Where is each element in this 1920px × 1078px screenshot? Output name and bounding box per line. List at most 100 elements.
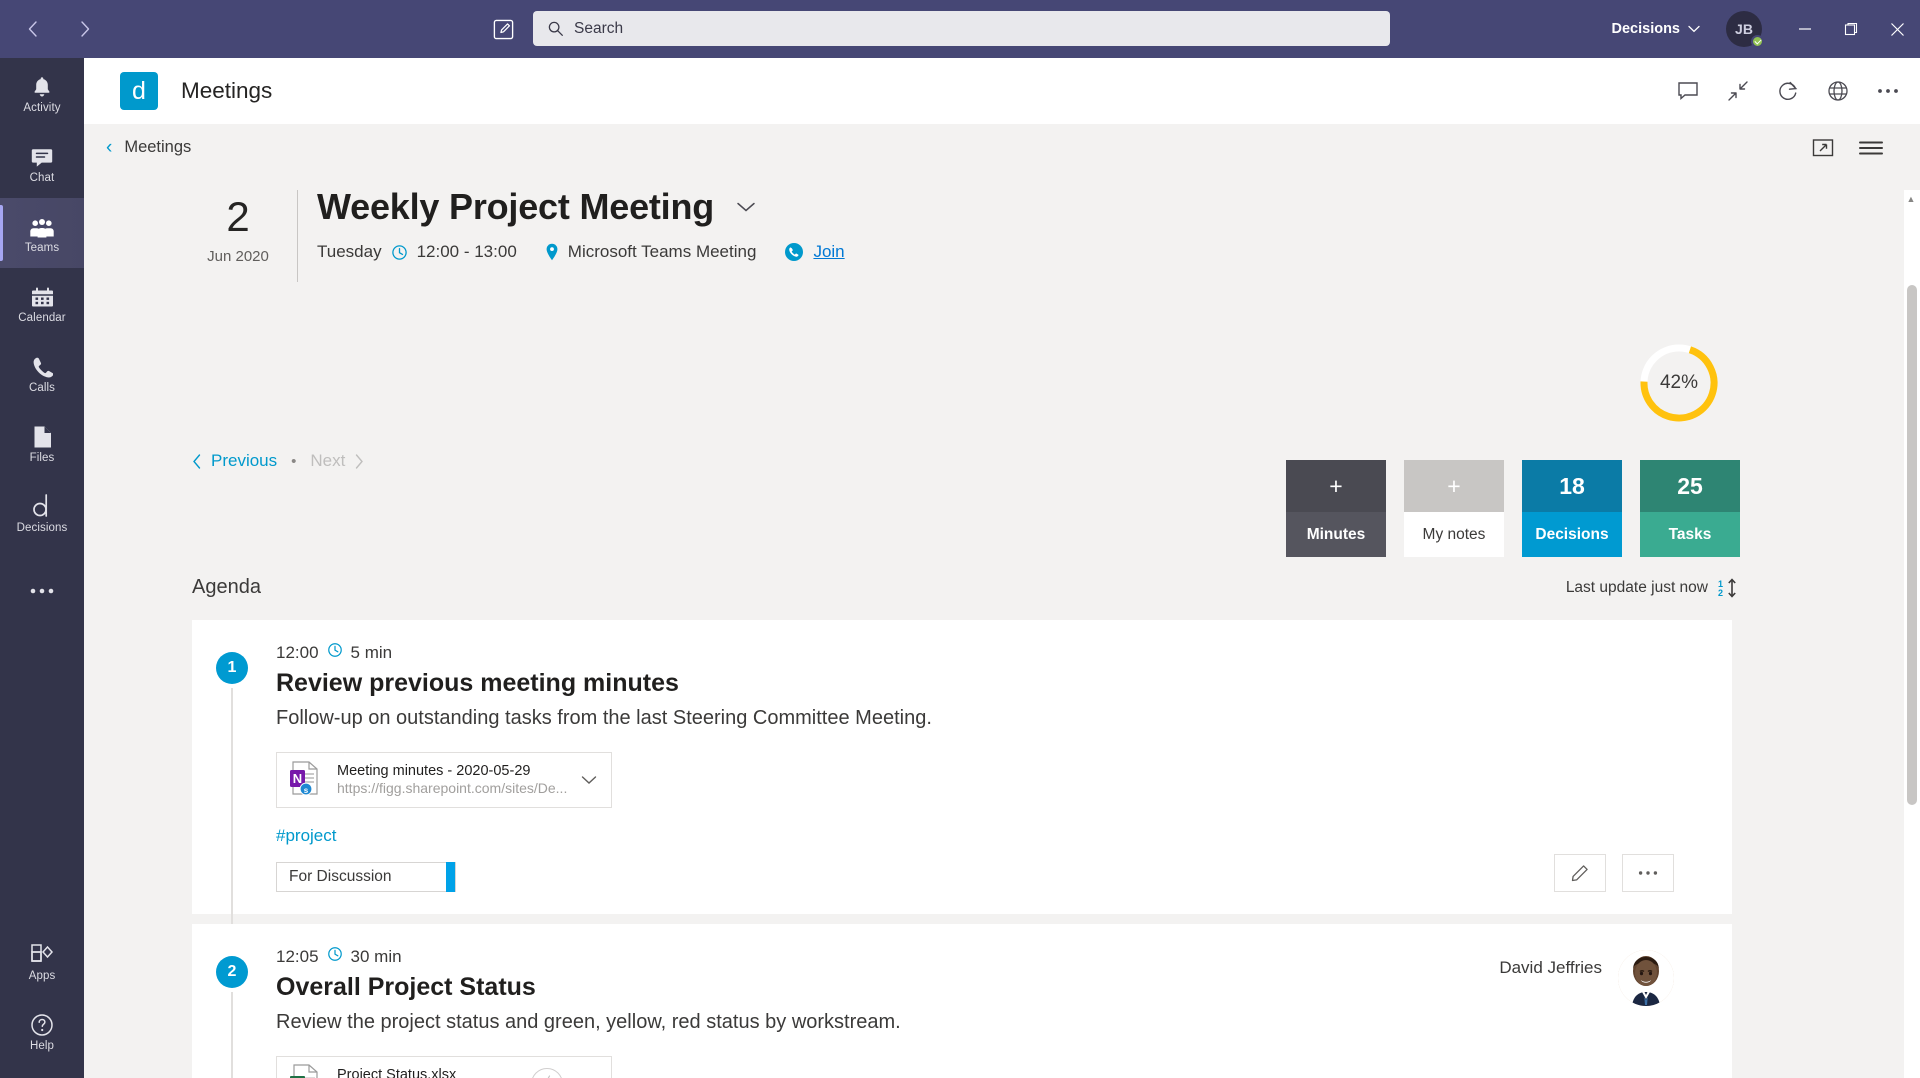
call-icon bbox=[784, 242, 804, 262]
edit-button[interactable] bbox=[1554, 854, 1606, 892]
more-ellipsis-icon bbox=[29, 570, 55, 596]
globe-icon[interactable] bbox=[1826, 79, 1850, 103]
more-options-button[interactable] bbox=[1622, 854, 1674, 892]
files-icon bbox=[32, 423, 53, 449]
agenda-item-time-row: 12:00 5 min bbox=[276, 642, 1652, 663]
avatar[interactable]: JB bbox=[1726, 11, 1762, 47]
sidebar-item-files[interactable]: Files bbox=[0, 408, 84, 478]
apps-icon bbox=[30, 941, 54, 967]
presence-available-badge bbox=[1751, 35, 1764, 48]
help-icon bbox=[30, 1011, 54, 1037]
signature-icon[interactable] bbox=[531, 1068, 563, 1078]
clock-icon bbox=[391, 244, 408, 261]
attachment-url: https://figg.sharepoint.com/sites/De... bbox=[337, 780, 567, 798]
conversation-icon[interactable] bbox=[1676, 79, 1700, 103]
sidebar-label: Calendar bbox=[18, 312, 65, 324]
last-update-text: Last update just now bbox=[1566, 579, 1708, 597]
sidebar-label: Chat bbox=[30, 172, 55, 184]
next-label: Next bbox=[310, 451, 345, 471]
minutes-card[interactable]: + Minutes bbox=[1286, 460, 1386, 557]
sidebar-item-apps[interactable]: Apps bbox=[0, 926, 84, 996]
meeting-weekday: Tuesday bbox=[317, 242, 382, 262]
breadcrumb-actions bbox=[1812, 138, 1884, 158]
agenda-item-time: 12:00 bbox=[276, 643, 319, 663]
calendar-icon bbox=[31, 283, 54, 309]
agenda-item-duration: 30 min bbox=[351, 947, 402, 967]
breadcrumb-label: Meetings bbox=[124, 138, 191, 157]
presenter-name: David Jeffries bbox=[1499, 950, 1602, 978]
list-view-icon[interactable] bbox=[1858, 139, 1884, 157]
sidebar-item-teams[interactable]: Teams bbox=[0, 198, 84, 268]
search-input[interactable]: Search bbox=[533, 11, 1390, 46]
back-button[interactable] bbox=[18, 14, 48, 44]
meeting-main: Weekly Project Meeting Tuesday 12:00 bbox=[317, 184, 845, 262]
clock-icon bbox=[327, 946, 343, 967]
sidebar-label: Activity bbox=[23, 102, 60, 114]
scrollbar-thumb[interactable] bbox=[1907, 285, 1917, 805]
breadcrumb-row: ‹ Meetings bbox=[84, 124, 1920, 184]
bell-icon bbox=[31, 73, 53, 99]
chevron-down-icon[interactable] bbox=[736, 197, 756, 218]
scroll-up-arrow[interactable]: ▲ bbox=[1906, 194, 1916, 204]
compose-button[interactable] bbox=[487, 13, 519, 45]
attachment-name: Meeting minutes - 2020-05-29 bbox=[337, 762, 567, 780]
refresh-icon[interactable] bbox=[1776, 79, 1800, 103]
vertical-scrollbar[interactable]: ▲ ▼ bbox=[1904, 190, 1920, 1078]
agenda-item[interactable]: 1 12:00 5 min Review previous meeting mi… bbox=[192, 620, 1732, 914]
meeting-location: Microsoft Teams Meeting bbox=[568, 242, 757, 262]
teams-icon bbox=[29, 213, 55, 239]
maximize-button[interactable] bbox=[1828, 0, 1874, 58]
sidebar-label: Calls bbox=[29, 382, 55, 394]
sidebar-label: Teams bbox=[25, 242, 59, 254]
collapse-icon[interactable] bbox=[1726, 79, 1750, 103]
app-rail: Activity Chat Teams bbox=[0, 58, 84, 1078]
agenda-list: 1 12:00 5 min Review previous meeting mi… bbox=[192, 620, 1732, 1078]
sidebar-item-decisions[interactable]: Decisions bbox=[0, 478, 84, 548]
agenda-item-presenter: David Jeffries bbox=[1499, 950, 1674, 1006]
tasks-card[interactable]: 25 Tasks bbox=[1640, 460, 1740, 557]
agenda-heading: Agenda bbox=[192, 576, 261, 599]
attachment-card[interactable]: N s Meeting minutes - 2020-05-29 https:/… bbox=[276, 752, 612, 808]
sidebar-label: Files bbox=[30, 452, 55, 464]
sidebar-item-calls[interactable]: Calls bbox=[0, 338, 84, 408]
sidebar-item-chat[interactable]: Chat bbox=[0, 128, 84, 198]
my-notes-add: + bbox=[1404, 460, 1504, 512]
previous-meeting-button[interactable]: Previous bbox=[192, 451, 277, 471]
app-logo-letter: d bbox=[132, 77, 146, 106]
agenda-update-status: Last update just now 1 2 bbox=[1566, 578, 1740, 598]
chat-icon bbox=[30, 143, 54, 169]
next-meeting-button[interactable]: Next bbox=[310, 451, 364, 471]
sidebar-item-more[interactable] bbox=[0, 548, 84, 618]
chevron-down-icon[interactable] bbox=[581, 772, 597, 788]
sidebar-item-help[interactable]: Help bbox=[0, 996, 84, 1066]
join-link[interactable]: Join bbox=[813, 242, 844, 262]
meeting-date: 2 Jun 2020 bbox=[192, 192, 284, 265]
more-options-icon[interactable] bbox=[1876, 79, 1900, 103]
window-controls bbox=[1782, 0, 1920, 58]
search-placeholder: Search bbox=[574, 20, 623, 38]
sidebar-item-activity[interactable]: Activity bbox=[0, 58, 84, 128]
forward-button[interactable] bbox=[70, 14, 100, 44]
minimize-button[interactable] bbox=[1782, 0, 1828, 58]
status-badge[interactable]: For Discussion bbox=[276, 862, 456, 892]
sort-icon[interactable]: 1 2 bbox=[1718, 578, 1740, 598]
agenda-item[interactable]: 2 12:05 30 min Overall Project Status Re… bbox=[192, 924, 1732, 1078]
breadcrumb[interactable]: ‹ Meetings bbox=[106, 138, 191, 157]
attachment-card[interactable]: X Project Status.xlsx 14 KB bbox=[276, 1056, 612, 1078]
decisions-card[interactable]: 18 Decisions bbox=[1522, 460, 1622, 557]
my-notes-card[interactable]: + My notes bbox=[1404, 460, 1504, 557]
phone-icon bbox=[31, 353, 53, 379]
progress-donut: 42% bbox=[1638, 342, 1720, 424]
org-switcher[interactable]: Decisions bbox=[1604, 15, 1709, 43]
chevron-right-icon bbox=[78, 20, 92, 38]
progress-percent: 42% bbox=[1638, 342, 1720, 424]
agenda-item-tag[interactable]: #project bbox=[276, 826, 336, 846]
presenter-avatar[interactable] bbox=[1618, 950, 1674, 1006]
svg-text:2: 2 bbox=[1718, 588, 1723, 598]
sidebar-item-calendar[interactable]: Calendar bbox=[0, 268, 84, 338]
popout-icon[interactable] bbox=[1812, 138, 1834, 158]
close-button[interactable] bbox=[1874, 0, 1920, 58]
meeting-meta: Tuesday 12:00 - 13:00 Micros bbox=[317, 242, 845, 262]
minutes-add: + bbox=[1286, 460, 1386, 512]
meeting-title: Weekly Project Meeting bbox=[317, 186, 714, 228]
